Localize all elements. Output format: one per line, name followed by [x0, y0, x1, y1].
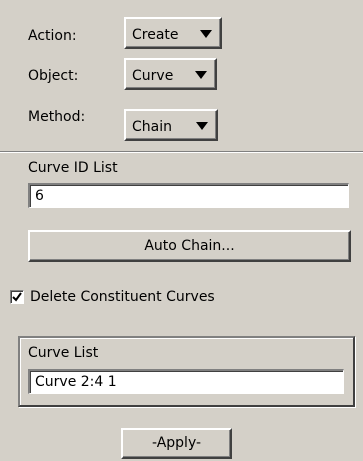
curve-id-list-value: 6 — [35, 188, 44, 204]
dropdown-arrow-icon — [200, 30, 212, 38]
object-value: Curve — [132, 68, 174, 84]
curve-list-input[interactable]: Curve 2:4 1 — [28, 369, 344, 394]
dropdown-arrow-icon — [195, 71, 207, 79]
auto-chain-button[interactable]: Auto Chain... — [28, 230, 351, 262]
curve-list-value: Curve 2:4 1 — [35, 374, 117, 390]
apply-button[interactable]: -Apply- — [121, 428, 232, 459]
section-separator-highlight — [0, 152, 363, 153]
checkmark-icon — [12, 292, 22, 302]
action-option-menu[interactable]: Create — [124, 17, 222, 49]
curve-id-list-label: Curve ID List — [28, 160, 118, 176]
object-option-menu[interactable]: Curve — [124, 58, 217, 90]
delete-constituent-checkbox[interactable] — [10, 290, 24, 304]
action-label: Action: — [28, 28, 77, 44]
dropdown-arrow-icon — [196, 122, 208, 130]
action-value: Create — [132, 27, 179, 43]
object-label: Object: — [28, 68, 79, 84]
method-option-menu[interactable]: Chain — [124, 109, 218, 141]
method-label: Method: — [28, 109, 86, 125]
curve-id-list-input[interactable]: 6 — [28, 183, 349, 208]
method-value: Chain — [132, 119, 172, 135]
delete-constituent-label: Delete Constituent Curves — [30, 289, 215, 305]
curve-list-label: Curve List — [28, 345, 99, 361]
